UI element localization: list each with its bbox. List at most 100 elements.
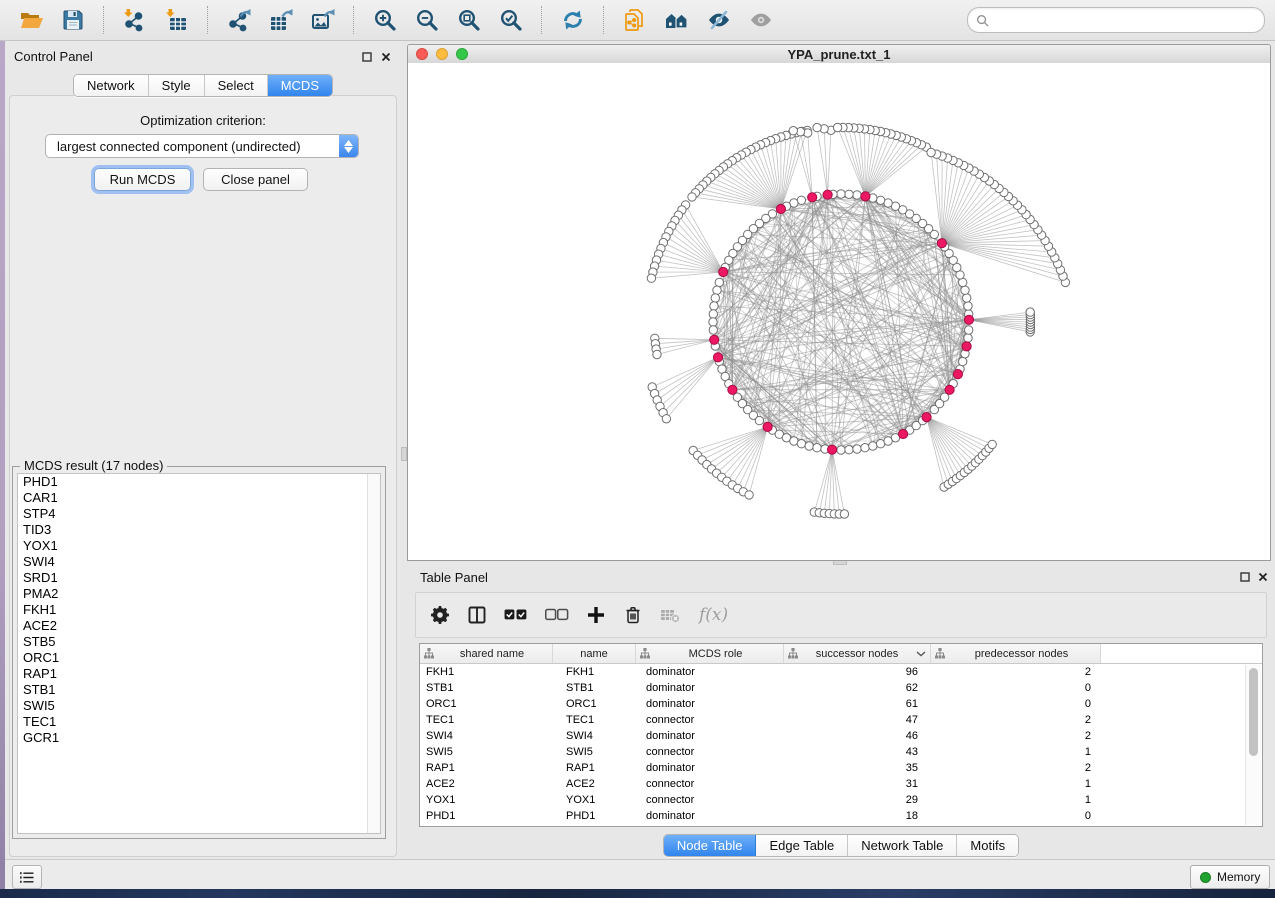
table-cell-predecessor-nodes[interactable]: 0 [931,810,1101,822]
table-scrollbar[interactable] [1245,665,1261,825]
mcds-result-item[interactable]: TEC1 [18,714,380,730]
table-cell-shared-name[interactable]: STB1 [420,682,553,694]
network-window-titlebar[interactable]: YPA_prune.txt_1 [408,45,1270,64]
mcds-result-item[interactable]: SRD1 [18,570,380,586]
table-cell-name[interactable]: FKH1 [553,666,636,678]
table-cell-predecessor-nodes[interactable]: 0 [931,682,1101,694]
column-header-name[interactable]: name [553,644,636,663]
mcds-result-item[interactable]: SWI4 [18,554,380,570]
show-all-icon[interactable] [748,7,774,33]
clone-network-icon[interactable] [622,7,648,33]
mcds-result-item[interactable]: CAR1 [18,490,380,506]
table-cell-predecessor-nodes[interactable]: 2 [931,666,1101,678]
table-cell-mcds-role[interactable]: dominator [636,698,784,710]
save-session-icon[interactable] [60,7,86,33]
table-cell-predecessor-nodes[interactable]: 0 [931,698,1101,710]
table-row[interactable]: YOX1YOX1connector291 [420,792,1262,808]
export-table-icon[interactable] [268,7,294,33]
search-input[interactable] [994,9,1256,31]
table-cell-mcds-role[interactable]: connector [636,794,784,806]
refresh-layout-icon[interactable] [560,7,586,33]
table-cell-name[interactable]: ACE2 [553,778,636,790]
float-table-panel-icon[interactable] [1238,570,1251,583]
delete-column-icon[interactable] [623,603,643,627]
table-cell-name[interactable]: RAP1 [553,762,636,774]
table-row[interactable]: STB1STB1dominator620 [420,680,1262,696]
table-cell-successor-nodes[interactable]: 35 [784,762,931,774]
mcds-result-item[interactable]: PHD1 [18,474,380,490]
table-cell-shared-name[interactable]: PHD1 [420,810,553,822]
table-row[interactable]: FKH1FKH1dominator962 [420,664,1262,680]
table-cell-name[interactable]: YOX1 [553,794,636,806]
table-cell-mcds-role[interactable]: connector [636,746,784,758]
table-cell-predecessor-nodes[interactable]: 2 [931,714,1101,726]
column-header-shared-name[interactable]: shared name [420,644,553,663]
table-cell-mcds-role[interactable]: dominator [636,682,784,694]
mcds-result-item[interactable]: TID3 [18,522,380,538]
table-cell-successor-nodes[interactable]: 47 [784,714,931,726]
mcds-result-item[interactable]: PMA2 [18,586,380,602]
open-session-icon[interactable] [18,7,44,33]
table-cell-name[interactable]: SWI4 [553,730,636,742]
memory-button[interactable]: Memory [1190,865,1270,889]
settings-icon[interactable] [430,603,450,627]
table-cell-name[interactable]: ORC1 [553,698,636,710]
mcds-result-item[interactable]: STP4 [18,506,380,522]
tab-node-table[interactable]: Node Table [664,835,757,856]
table-row[interactable]: PHD1PHD1dominator180 [420,808,1262,824]
table-cell-shared-name[interactable]: RAP1 [420,762,553,774]
mcds-result-item[interactable]: RAP1 [18,666,380,682]
table-cell-mcds-role[interactable]: dominator [636,762,784,774]
table-cell-shared-name[interactable]: YOX1 [420,794,553,806]
column-header-mcds-role[interactable]: MCDS role [636,644,784,663]
import-table-icon[interactable] [164,7,190,33]
table-cell-successor-nodes[interactable]: 31 [784,778,931,790]
mcds-list-scrollbar[interactable] [367,474,380,833]
import-network-icon[interactable] [122,7,148,33]
table-cell-successor-nodes[interactable]: 43 [784,746,931,758]
tab-mcds[interactable]: MCDS [268,75,332,96]
table-cell-successor-nodes[interactable]: 62 [784,682,931,694]
table-row[interactable]: RAP1RAP1dominator352 [420,760,1262,776]
table-cell-name[interactable]: TEC1 [553,714,636,726]
table-cell-shared-name[interactable]: ORC1 [420,698,553,710]
table-row[interactable]: ACE2ACE2connector311 [420,776,1262,792]
export-image-icon[interactable] [310,7,336,33]
close-panel-icon[interactable] [379,50,392,63]
tab-network-table[interactable]: Network Table [848,835,957,856]
column-header-successor-nodes[interactable]: successor nodes [784,644,931,663]
table-cell-name[interactable]: PHD1 [553,810,636,822]
window-close-icon[interactable] [416,48,428,60]
close-panel-button[interactable]: Close panel [203,168,308,191]
mcds-result-item[interactable]: STB5 [18,634,380,650]
table-cell-predecessor-nodes[interactable]: 2 [931,762,1101,774]
table-cell-successor-nodes[interactable]: 29 [784,794,931,806]
tab-network[interactable]: Network [74,75,149,96]
table-row[interactable]: ORC1ORC1dominator610 [420,696,1262,712]
close-table-panel-icon[interactable] [1256,570,1269,583]
mcds-result-item[interactable]: ACE2 [18,618,380,634]
export-network-icon[interactable] [226,7,252,33]
first-neighbors-icon[interactable] [664,7,690,33]
task-history-button[interactable] [12,865,42,889]
window-zoom-icon[interactable] [456,48,468,60]
mcds-result-item[interactable]: ORC1 [18,650,380,666]
table-row[interactable]: SWI5SWI5connector431 [420,744,1262,760]
tab-style[interactable]: Style [149,75,205,96]
table-cell-shared-name[interactable]: SWI5 [420,746,553,758]
optimization-criterion-select[interactable]: largest connected component (undirected) [45,134,359,158]
table-cell-name[interactable]: STB1 [553,682,636,694]
float-panel-icon[interactable] [360,50,373,63]
zoom-out-icon[interactable] [414,7,440,33]
table-cell-predecessor-nodes[interactable]: 1 [931,746,1101,758]
table-cell-successor-nodes[interactable]: 18 [784,810,931,822]
table-cell-successor-nodes[interactable]: 46 [784,730,931,742]
table-cell-predecessor-nodes[interactable]: 2 [931,730,1101,742]
select-all-icon[interactable] [504,603,528,627]
column-header-predecessor-nodes[interactable]: predecessor nodes [931,644,1101,663]
window-minimize-icon[interactable] [436,48,448,60]
table-cell-mcds-role[interactable]: dominator [636,730,784,742]
hide-selected-icon[interactable] [706,7,732,33]
network-canvas[interactable] [408,63,1270,560]
table-cell-successor-nodes[interactable]: 61 [784,698,931,710]
